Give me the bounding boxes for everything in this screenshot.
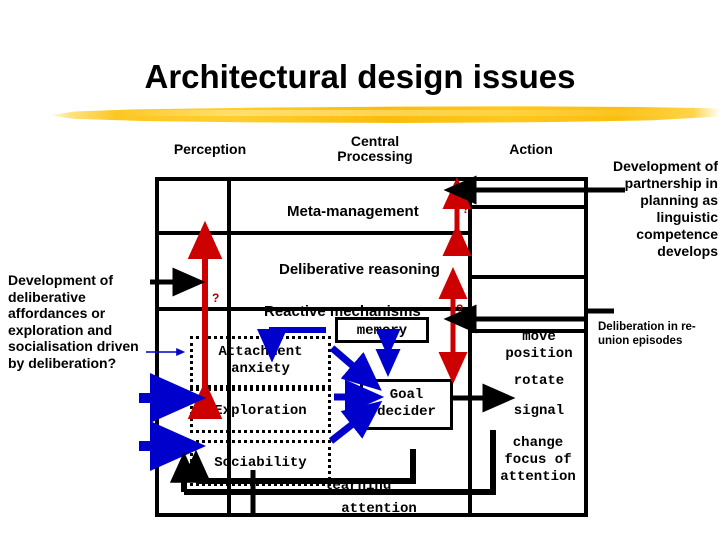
row-divider-action-top bbox=[468, 205, 588, 209]
column-header-perception: Perception bbox=[173, 141, 247, 157]
note-left-deliberative-affordances: Development of deliberative affordances … bbox=[8, 272, 139, 371]
action-output-change-line3: attention bbox=[500, 469, 576, 485]
memory-box[interactable]: memory bbox=[335, 317, 429, 343]
module-attachment-anxiety-line1: Attachment bbox=[218, 344, 303, 360]
module-sociability[interactable]: Sociability bbox=[190, 440, 331, 486]
row-divider-central-top bbox=[227, 231, 472, 235]
action-output-rotate: rotate bbox=[513, 373, 565, 389]
layer-label-meta-management: Meta-management bbox=[287, 203, 419, 220]
question-mark-perception-deliberative: ? bbox=[212, 291, 220, 305]
question-mark-reactive-action: ? bbox=[456, 302, 464, 316]
page-title: Architectural design issues bbox=[144, 58, 576, 95]
row-divider-perception-top bbox=[159, 231, 229, 235]
note-right-partnership-planning: Development of partnership in planning a… bbox=[612, 158, 718, 259]
module-exploration[interactable]: Exploration bbox=[190, 388, 331, 433]
layer-label-deliberative-reasoning: Deliberative reasoning bbox=[279, 261, 440, 278]
goal-decider-line1: Goal bbox=[389, 387, 424, 403]
module-attachment-anxiety[interactable]: Attachment anxiety bbox=[190, 336, 331, 388]
row-divider-action-mid bbox=[468, 275, 588, 279]
action-output-move-position: move position bbox=[484, 329, 594, 363]
goal-decider-box[interactable]: Goal decider bbox=[360, 379, 453, 430]
row-divider-perception-mid bbox=[159, 307, 229, 311]
action-output-change-line1: change bbox=[512, 435, 564, 451]
module-sociability-label: Sociability bbox=[214, 455, 307, 471]
action-output-move-position-line2: position bbox=[505, 346, 573, 362]
feedback-label-learning: learning bbox=[324, 478, 392, 494]
column-header-central-processing: Central Processing bbox=[310, 134, 440, 164]
action-output-signal: signal bbox=[513, 403, 565, 419]
module-exploration-label: Exploration bbox=[214, 403, 307, 419]
column-header-central-processing-line2: Processing bbox=[337, 148, 413, 164]
column-header-action: Action bbox=[509, 141, 553, 157]
question-mark-meta-action: ? bbox=[462, 202, 470, 216]
action-output-move-position-line1: move bbox=[522, 329, 556, 345]
memory-label: memory bbox=[356, 323, 408, 339]
column-header-central-processing-line1: Central bbox=[350, 133, 400, 149]
goal-decider-line2: decider bbox=[377, 404, 436, 420]
architecture-diagram-box: Meta-management Deliberative reasoning R… bbox=[155, 177, 588, 517]
feedback-label-attention: attention bbox=[341, 501, 417, 517]
note-right-deliberation-reunion: Deliberation in re-union episodes bbox=[598, 321, 696, 347]
action-output-change-line2: focus of bbox=[504, 452, 572, 468]
brush-stroke-highlight bbox=[120, 110, 680, 116]
module-attachment-anxiety-line2: anxiety bbox=[231, 361, 290, 377]
action-output-change-focus-of-attention: change focus of attention bbox=[479, 435, 597, 486]
slide-canvas: Architectural design issues Perception C… bbox=[0, 0, 720, 540]
